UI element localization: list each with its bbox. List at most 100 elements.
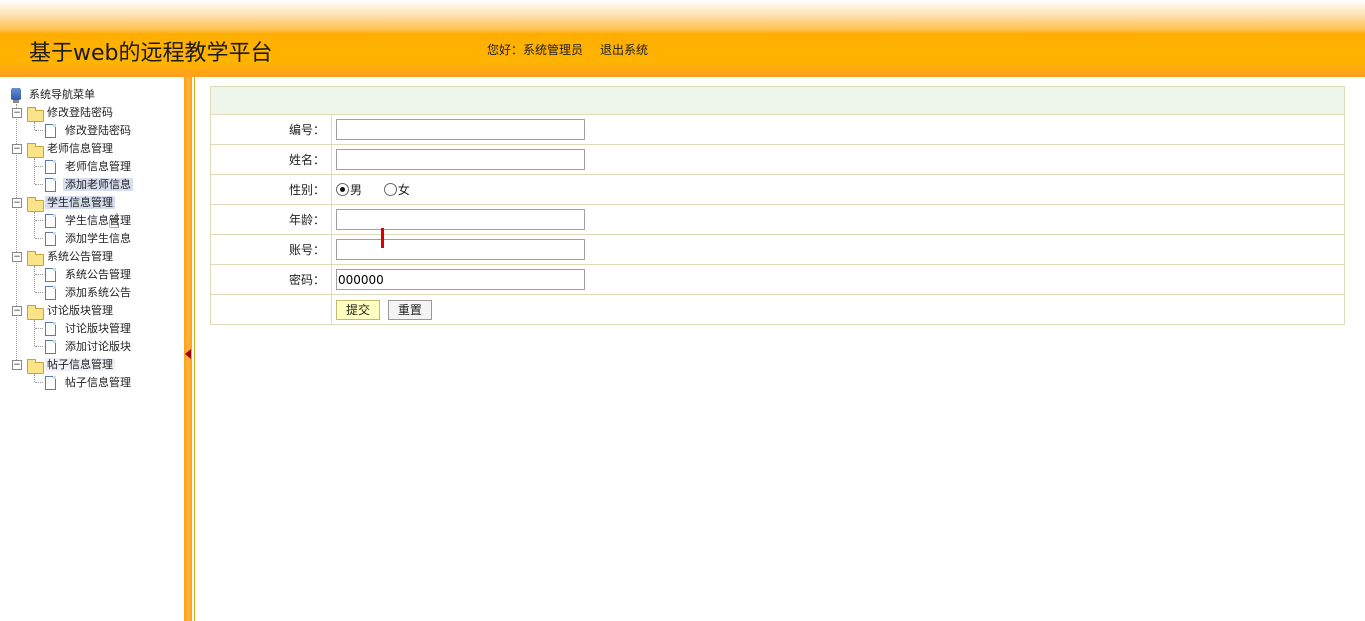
tree-connector [35, 382, 43, 383]
computer-icon [11, 88, 21, 103]
tree-connector [34, 374, 35, 382]
name-input[interactable] [336, 149, 585, 170]
form-row-name: 姓名： [210, 144, 1345, 175]
document-icon [45, 340, 56, 354]
sidebar-item-notice-manage[interactable]: 系统公告管理 [63, 266, 133, 284]
gender-label: 性别： [210, 174, 332, 205]
submit-button[interactable]: 提交 [336, 299, 381, 320]
gender-female-label: 女 [397, 183, 410, 197]
sidebar-item-post-manage[interactable]: 帖子信息管理 [63, 374, 133, 392]
sidebar-item-label: 添加老师信息 [63, 178, 133, 191]
sidebar-item-forum-manage[interactable]: 讨论版块管理 [63, 320, 133, 338]
password-label: 密码： [210, 264, 332, 295]
document-icon [45, 268, 56, 282]
sidebar-item-change-password[interactable]: 修改登陆密码 [63, 122, 133, 140]
add-teacher-form: 编号： 姓名： 性别： 男 女 年龄： 账号： 密码： 000000 提交 重置 [210, 86, 1345, 325]
gender-female-radio[interactable] [383, 183, 397, 196]
sidebar-group-label: 老师信息管理 [47, 142, 113, 155]
tree-connector [34, 212, 35, 238]
collapse-arrow-icon[interactable] [185, 349, 191, 359]
age-label: 年龄： [210, 204, 332, 235]
tree-connector [35, 166, 43, 167]
gender-male-label: 男 [350, 183, 363, 197]
account-label: 账号： [210, 234, 332, 265]
sidebar-group-label: 系统公告管理 [47, 250, 113, 263]
collapse-icon[interactable]: − [12, 306, 22, 316]
tree-connector [35, 274, 43, 275]
sidebar-group-forum[interactable]: 讨论版块管理 [45, 302, 115, 320]
collapse-icon[interactable]: − [12, 360, 22, 370]
sidebar-group-post[interactable]: 帖子信息管理 [45, 356, 115, 374]
sidebar-item-add-notice[interactable]: 添加系统公告 [63, 284, 133, 302]
sidebar-group-student[interactable]: 学生信息管理 [45, 194, 115, 212]
tree-connector [34, 122, 35, 130]
tree-connector [35, 292, 43, 293]
document-icon [45, 376, 56, 390]
tree-connector [35, 220, 43, 221]
account-input[interactable] [336, 239, 585, 260]
tree-connector [34, 158, 35, 184]
tree-connector [35, 328, 43, 329]
sidebar-item-student-manage[interactable]: 学生信息管理 [63, 212, 133, 230]
id-label: 编号： [210, 114, 332, 145]
form-row-password: 密码： [210, 264, 1345, 295]
folder-open-icon [27, 305, 44, 320]
name-label: 姓名： [210, 144, 332, 175]
document-icon [45, 124, 56, 138]
sidebar-item-label: 帖子信息管理 [65, 376, 131, 389]
tree-root[interactable]: 系统导航菜单 [27, 86, 97, 104]
form-row-gender: 性别： 男 女 [210, 174, 1345, 205]
sidebar-group-label: 修改登陆密码 [47, 106, 113, 119]
sidebar-item-label: 添加学生信息 [65, 232, 131, 245]
sidebar-item-label: 老师信息管理 [65, 160, 131, 173]
sidebar-item-label: 添加讨论版块 [65, 340, 131, 353]
folder-open-icon [27, 143, 44, 158]
tree-connector [35, 184, 43, 185]
sidebar-item-label: 修改登陆密码 [65, 124, 131, 137]
document-icon [45, 232, 56, 246]
age-input[interactable] [336, 209, 585, 230]
form-row-actions: 提交 重置 [210, 294, 1345, 325]
app-title: 基于web的远程教学平台 [29, 41, 273, 66]
sidebar-item-label: 学生信息管理 [65, 214, 131, 227]
text-caret-marker [381, 228, 384, 248]
document-icon [45, 160, 56, 174]
reset-button[interactable]: 重置 [387, 299, 432, 320]
id-input[interactable] [336, 119, 585, 140]
hand-cursor-icon: ☝ [108, 209, 121, 233]
sidebar-group-password[interactable]: 修改登陆密码 [45, 104, 115, 122]
sidebar-group-teacher[interactable]: 老师信息管理 [45, 140, 115, 158]
sidebar-item-label: 系统公告管理 [65, 268, 131, 281]
folder-open-icon [27, 107, 44, 122]
sidebar-item-label: 讨论版块管理 [65, 322, 131, 335]
sidebar-item-add-forum[interactable]: 添加讨论版块 [63, 338, 133, 356]
user-greeting: 您好：系统管理员 [487, 43, 584, 57]
sidebar-group-label: 学生信息管理 [45, 196, 115, 209]
document-icon [45, 214, 56, 228]
document-icon [45, 322, 56, 336]
top-banner: 基于web的远程教学平台 您好：系统管理员 退出系统 [0, 0, 1365, 77]
folder-open-icon [27, 359, 44, 374]
collapse-icon[interactable]: − [12, 198, 22, 208]
collapse-icon[interactable]: − [12, 144, 22, 154]
tree-connector [34, 266, 35, 292]
tree-connector [35, 238, 43, 239]
gender-male-radio[interactable] [336, 183, 349, 196]
logout-link[interactable]: 退出系统 [600, 41, 648, 58]
tree-connector [35, 130, 43, 131]
sidebar-item-label: 添加系统公告 [65, 286, 131, 299]
tree-root-label: 系统导航菜单 [29, 88, 95, 101]
collapse-icon[interactable]: − [12, 108, 22, 118]
form-header-row [210, 86, 1345, 115]
sidebar-group-label: 讨论版块管理 [47, 304, 113, 317]
collapse-icon[interactable]: − [12, 252, 22, 262]
password-input[interactable] [336, 269, 585, 290]
sidebar-item-add-student[interactable]: 添加学生信息 [63, 230, 133, 248]
folder-open-icon [27, 197, 44, 212]
document-icon [45, 178, 56, 192]
sidebar-item-teacher-manage[interactable]: 老师信息管理 [63, 158, 133, 176]
sidebar-group-notice[interactable]: 系统公告管理 [45, 248, 115, 266]
tree-connector [35, 346, 43, 347]
sidebar-group-label: 帖子信息管理 [45, 358, 115, 371]
sidebar-item-add-teacher[interactable]: 添加老师信息 [63, 176, 133, 194]
